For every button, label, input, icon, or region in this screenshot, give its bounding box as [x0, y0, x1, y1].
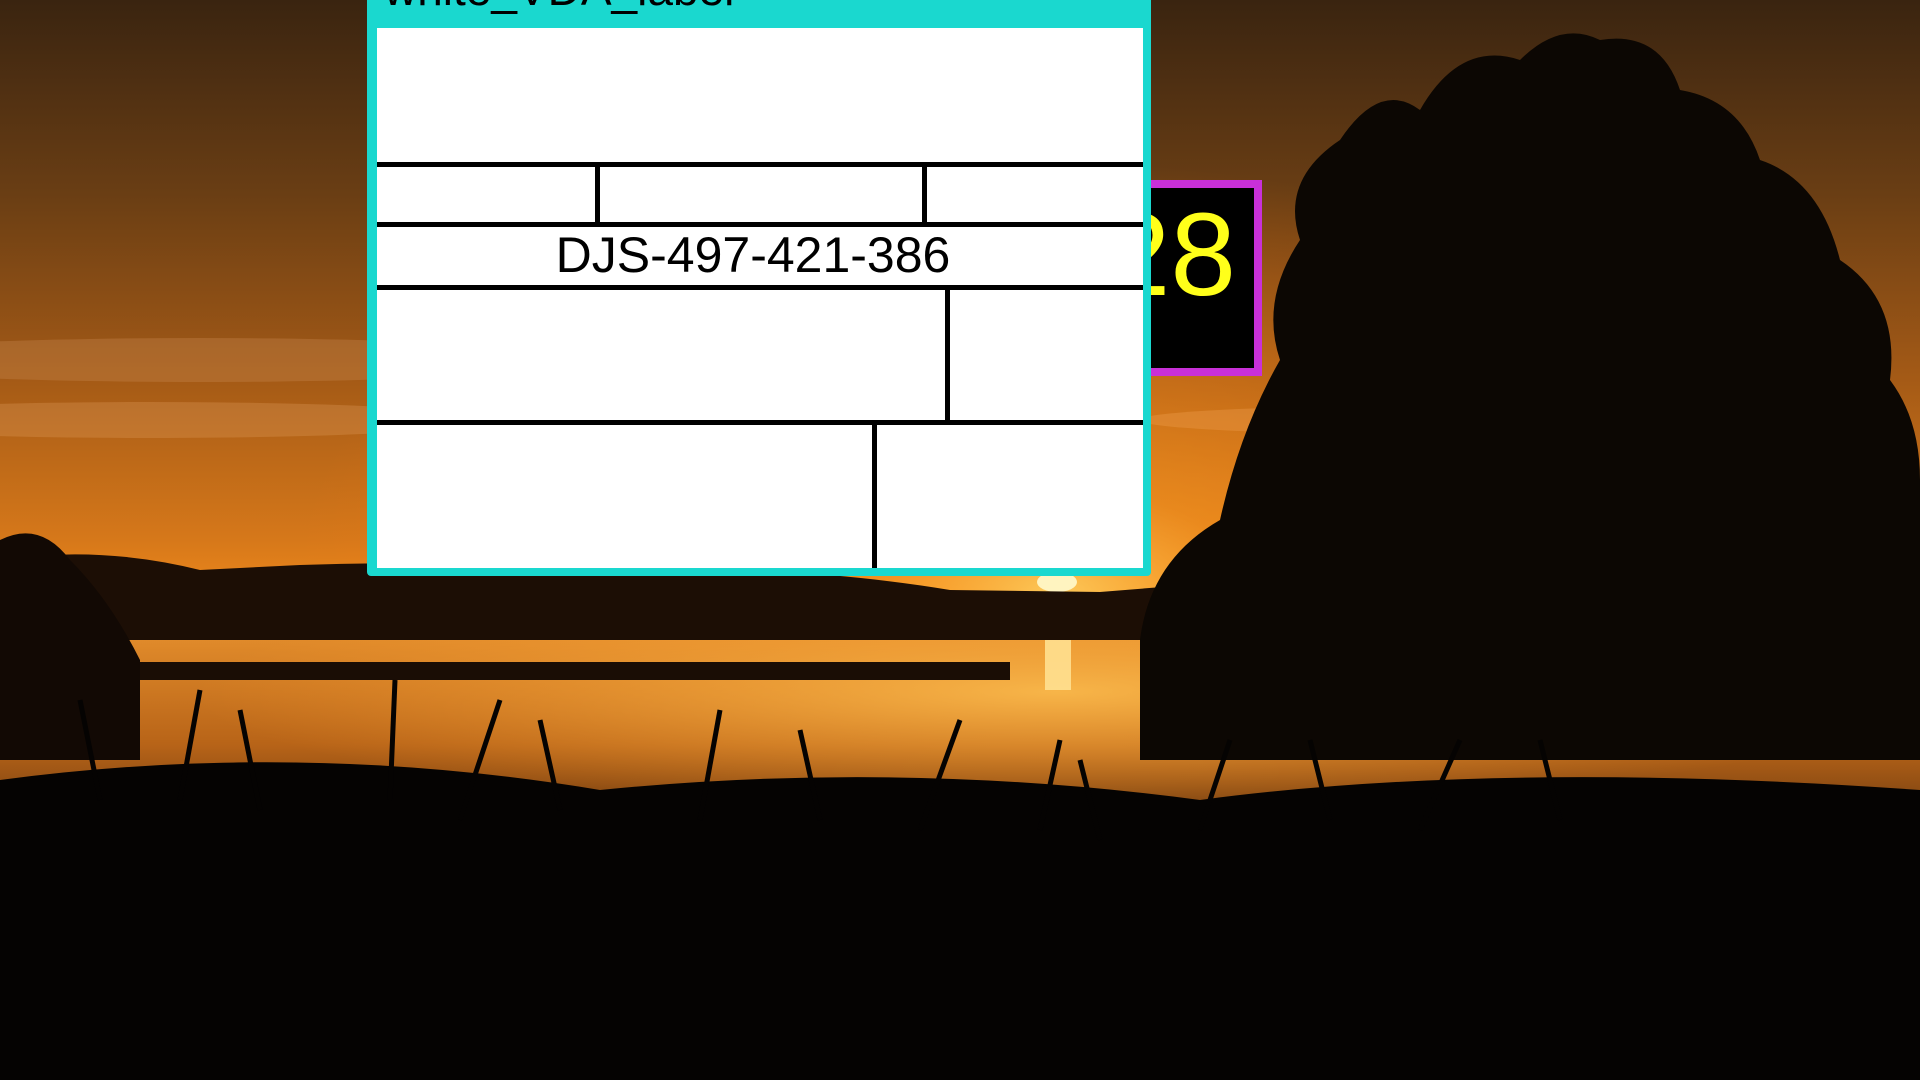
cell-divider	[945, 285, 950, 425]
label-title: white_VDA_label	[384, 0, 734, 12]
cell-divider	[595, 162, 600, 227]
cell-divider	[922, 162, 927, 227]
cell-divider	[872, 420, 877, 568]
screen: 28 white_VDA_label DJS-497-421-386	[0, 0, 1920, 1080]
row-divider	[377, 285, 1143, 290]
row-divider	[377, 162, 1143, 167]
vda-label-window[interactable]: white_VDA_label DJS-497-421-386	[367, 0, 1151, 576]
label-code: DJS-497-421-386	[555, 227, 951, 283]
label-form: DJS-497-421-386	[377, 28, 1143, 568]
row-divider	[377, 420, 1143, 425]
